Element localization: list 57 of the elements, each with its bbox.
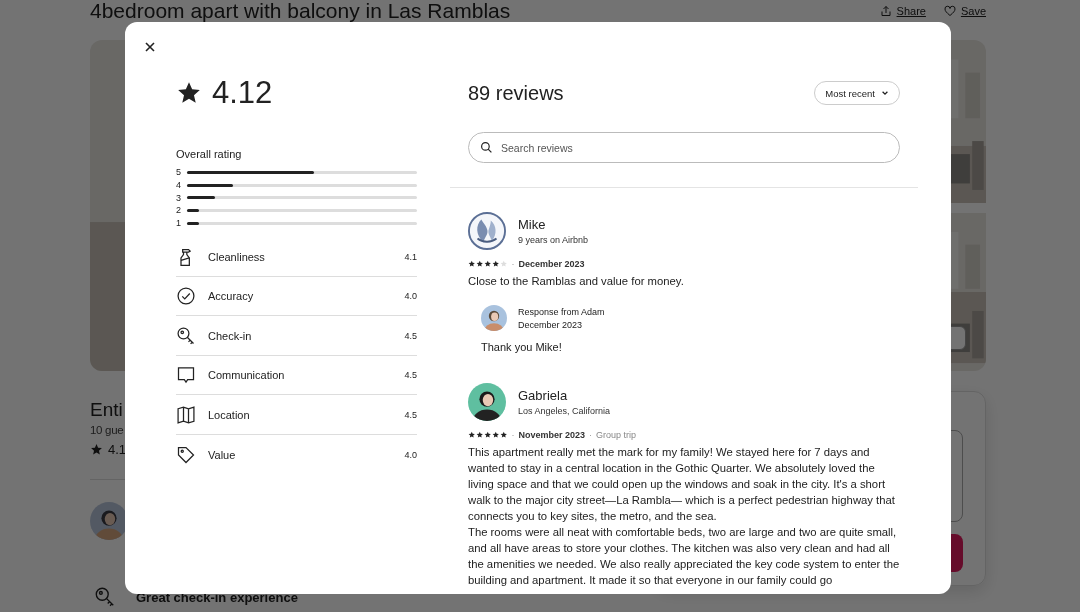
review-date: November 2023 [518, 430, 586, 440]
chevron-down-icon [881, 89, 889, 97]
listing-title: 4bedroom apart with balcony in Las Ramblas [90, 0, 512, 23]
rating-label: 1 [176, 218, 181, 229]
category-label: Value [208, 448, 237, 461]
speech-bubble-icon [176, 365, 196, 386]
separator-dot: · [589, 430, 593, 440]
reviewer-info: 9 years on Airbnb [518, 235, 589, 245]
separator-dot: · [511, 259, 515, 269]
review-text: The rooms were all neat with comfortable beds, two are large and two are quite small, and all have areas to store your clothes. The kitchen was also very clean and had all the amenities we needed. We also really appreciated the key code system to enter the building and apartment. It made it so that everyone in our family could go [468, 525, 900, 588]
share-link[interactable]: Share [879, 5, 926, 17]
rating-label: 2 [176, 205, 181, 216]
close-icon [144, 41, 156, 53]
reviewer-name: Gabriela [518, 388, 569, 403]
response-date: December 2023 [518, 319, 584, 330]
reviewer-name: Mike [518, 217, 547, 232]
share-icon [879, 5, 892, 17]
category-label: Location [208, 408, 251, 421]
rating-label: 5 [176, 167, 181, 178]
response-text: Thank you Mike! [481, 341, 563, 353]
category-score: 4.0 [404, 449, 417, 460]
highlight-title: Great check-in experience [136, 589, 298, 605]
review-text: This apartment really met the mark for my family! We stayed here for 7 days and wanted to stay in a central location in the Gothic Quarter. We absolutely loved the living space and that we could open up the windows and soak in the city. It's a short walk to the major city street—La Rambla— which is a perfect pedestrian highway that connects you to key sites, the metro, and the sea. [468, 445, 896, 524]
key-icon [94, 586, 116, 608]
category-label: Accuracy [208, 290, 255, 303]
review-date: December 2023 [518, 259, 585, 269]
search-field[interactable]: Search reviews [468, 132, 900, 163]
response-title: Response from Adam [518, 306, 605, 317]
save-link[interactable]: Save [943, 5, 986, 17]
star-icon [90, 443, 103, 456]
guest-summary: 10 gue [90, 424, 124, 436]
star-icon [176, 80, 202, 106]
listing-heading: Enti [90, 399, 123, 421]
review-count: 89 reviews [468, 81, 564, 105]
category-score: 4.0 [404, 291, 417, 302]
separator-dot: · [511, 430, 515, 440]
category-score: 4.5 [404, 370, 417, 381]
heart-icon [943, 5, 956, 17]
overall-rating-label: Overall rating [176, 148, 243, 160]
overall-score: 4.12 [212, 75, 273, 111]
category-score: 4.5 [404, 409, 417, 420]
key-icon [176, 325, 196, 346]
listing-rating: 4.1 [108, 442, 127, 457]
rating-label: 3 [176, 192, 181, 203]
sort-dropdown[interactable]: Most recent [814, 81, 900, 105]
check-circle-icon [176, 286, 196, 307]
review-text: Close to the Ramblas and value for money. [468, 274, 685, 289]
rating-label: 4 [176, 180, 181, 191]
category-label: Cleanliness [208, 250, 266, 263]
tag-icon [176, 444, 196, 465]
map-icon [176, 404, 196, 425]
category-label: Check-in [208, 329, 253, 342]
reviewer-info: Los Angeles, California [518, 406, 611, 416]
category-score: 4.1 [404, 251, 417, 262]
category-label: Communication [208, 369, 286, 382]
category-score: 4.5 [404, 330, 417, 341]
trip-type: Group trip [596, 430, 637, 440]
